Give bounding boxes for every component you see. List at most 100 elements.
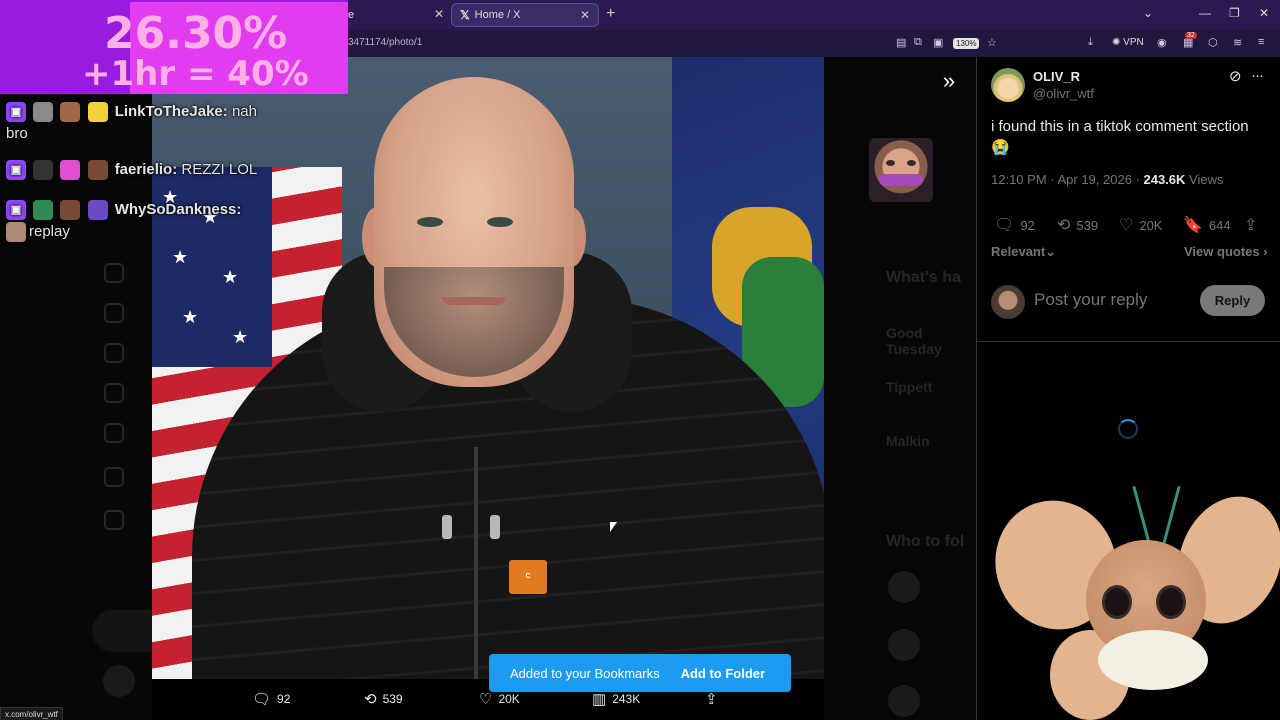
reply-icon: 🗨 <box>994 217 1015 234</box>
badge-icon <box>33 160 54 181</box>
trend-thumbnail <box>869 138 933 202</box>
tweet-meta: 12:10 PM · Apr 19, 2026 · 243.6K Views <box>991 172 1223 187</box>
ghost-heading: Who to fol <box>886 533 965 550</box>
reply-input[interactable]: Post your reply <box>1034 290 1147 310</box>
chat-username: LinkToTheJake: <box>114 103 228 120</box>
views-button[interactable]: ▥ 243K <box>592 690 640 708</box>
badge-icon <box>33 200 54 221</box>
sidebar-icon[interactable]: ≋ <box>1233 36 1242 49</box>
expand-panel-icon[interactable]: » <box>935 68 963 96</box>
ghost-trend: Good Tuesday <box>886 325 942 357</box>
tab-list-chevron-icon[interactable]: ⌄ <box>1143 6 1153 20</box>
like-button[interactable]: ♡ 20K <box>1119 215 1162 235</box>
dimmed-left-nav <box>0 57 152 720</box>
zip-pull <box>442 515 452 539</box>
moth-mascot-overlay <box>977 480 1280 720</box>
repost-button[interactable]: ⟲ 539 <box>364 690 403 708</box>
toast-message: Added to your Bookmarks <box>510 665 660 681</box>
reply-count: 92 <box>277 692 291 706</box>
account-icon[interactable]: ◉ <box>1157 36 1167 49</box>
bookmark-toast: Added to your Bookmarks Add to Folder <box>489 654 791 692</box>
mouse-cursor <box>610 522 617 532</box>
close-tab-icon[interactable]: ✕ <box>434 7 444 21</box>
close-tab-icon[interactable]: ✕ <box>580 8 590 22</box>
repost-button[interactable]: ⟲ 539 <box>1057 215 1098 235</box>
screenshot-icon[interactable]: ⧉ <box>914 36 922 49</box>
heart-icon: ♡ <box>1119 217 1134 234</box>
thumb-eye <box>886 160 895 166</box>
bookmark-count: 644 <box>1208 217 1231 233</box>
bookmark-button[interactable]: 🔖 644 <box>1183 215 1231 235</box>
download-icon[interactable]: ⤓ <box>1088 36 1093 49</box>
tab-title: Home / X <box>474 9 521 21</box>
browser-tab-inactive[interactable]: e ✕ <box>340 3 448 27</box>
user-avatar <box>991 285 1025 319</box>
add-to-folder-button[interactable]: Add to Folder <box>681 666 766 681</box>
chat-text: nah <box>227 103 257 120</box>
author-name[interactable]: OLIV_R <box>1033 69 1080 84</box>
view-quotes-link[interactable]: View quotes › <box>1184 244 1268 259</box>
new-tab-icon[interactable]: + <box>606 5 615 23</box>
zip-pull <box>490 515 500 539</box>
share-button[interactable]: ⇪ <box>1244 215 1263 235</box>
reply-submit-button[interactable]: Reply <box>1200 285 1265 316</box>
thumb-eye <box>907 160 916 166</box>
ghost-nav-icon <box>104 510 124 530</box>
minimize-icon[interactable]: — <box>1199 6 1211 20</box>
more-options-icon[interactable]: ··· <box>1251 67 1264 84</box>
share-button[interactable]: ⇪ <box>705 690 724 708</box>
views-label: Views <box>1185 172 1224 187</box>
chat-text-cont: replay <box>29 223 70 240</box>
sort-dropdown[interactable]: Relevant⌄ <box>991 244 1056 260</box>
ghost-nav-icon <box>104 303 124 323</box>
twitch-badge-icon: ▣ <box>6 200 26 221</box>
ghost-nav-icon <box>104 467 124 487</box>
thumb-mustache <box>879 174 923 186</box>
reply-icon: 🗨 <box>252 691 272 708</box>
bookmark-star-icon[interactable]: ☆ <box>987 36 997 49</box>
author-avatar[interactable] <box>991 68 1025 102</box>
chat-username: faerielio: <box>114 161 178 178</box>
zipper <box>474 447 478 679</box>
window-close-icon[interactable]: ✕ <box>1259 6 1269 20</box>
divider <box>977 341 1280 342</box>
tweet-text: i found this in a tiktok comment section… <box>991 116 1271 158</box>
chevron-down-icon: ⌄ <box>1045 244 1057 259</box>
vpn-label: VPN <box>1123 37 1144 48</box>
reply-button[interactable]: 🗨 92 <box>252 690 290 708</box>
chat-username: WhySoDankness: <box>114 201 242 218</box>
picture-icon[interactable]: ▣ <box>933 36 943 49</box>
restore-icon[interactable]: ❐ <box>1229 6 1240 20</box>
puzzle-icon[interactable]: ⬡ <box>1208 36 1218 49</box>
browser-tab-active[interactable]: 𝕏 Home / X ✕ <box>451 3 599 27</box>
badge-icon <box>87 200 108 221</box>
like-button[interactable]: ♡ 20K <box>479 690 520 708</box>
repost-count: 539 <box>1076 217 1099 233</box>
tweet-stats-bar: 🗨 92 ⟲ 539 ♡ 20K 🔖 644 ⇪ <box>991 215 1271 235</box>
avatar <box>6 222 26 243</box>
link-status-bar: x.com/olivr_wtf <box>0 707 63 720</box>
bookmark-icon: 🔖 <box>1183 217 1203 234</box>
eye <box>487 217 513 227</box>
moth-antenna <box>1162 485 1181 545</box>
tweet-views-count: 243.6K <box>1143 172 1186 187</box>
badge-icon <box>87 160 108 181</box>
ghost-avatar <box>888 571 920 603</box>
zoom-level[interactable]: 130% <box>953 38 980 49</box>
stream-goal-box: 26.30% +1hr = 40% <box>0 0 348 94</box>
ghost-trend: Tippett <box>886 379 933 395</box>
tweet-photo[interactable]: ★ ★ ★ ★ ★ ★ C <box>152 57 824 679</box>
screen: e ✕ 𝕏 Home / X ✕ + ⌄ — ❐ ✕ 3471174/photo… <box>0 0 1280 720</box>
author-handle[interactable]: @olivr_wtf <box>1033 86 1094 101</box>
menu-icon[interactable]: ≡ <box>1258 36 1264 48</box>
views-count: 243K <box>612 692 641 706</box>
repost-count: 539 <box>382 692 403 706</box>
tab-title: e <box>348 9 355 21</box>
tweet-time[interactable]: 12:10 PM · Apr 19, 2026 · <box>991 172 1143 187</box>
ghost-heading: What's ha <box>886 269 961 286</box>
url-text[interactable]: 3471174/photo/1 <box>348 37 422 48</box>
reader-icon[interactable]: ▤ <box>896 36 906 49</box>
vpn-button[interactable]: ✺ VPN <box>1112 37 1144 48</box>
reply-button[interactable]: 🗨 92 <box>994 215 1035 235</box>
grok-icon[interactable]: ⊘ <box>1229 67 1242 85</box>
